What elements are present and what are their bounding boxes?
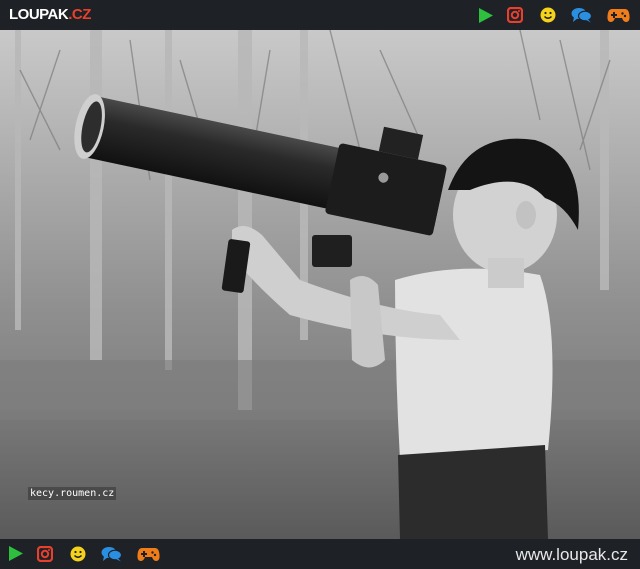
chat-icon[interactable] [571,7,592,23]
play-icon[interactable] [9,546,23,561]
smiley-icon[interactable] [540,7,556,23]
photo-watermark: kecy.roumen.cz [28,487,117,500]
instagram-icon[interactable] [37,546,53,562]
main-photo: kecy.roumen.cz [0,30,640,539]
site-url-link[interactable]: www.loupak.cz [516,545,628,565]
logo-tld-text: .CZ [68,6,91,23]
smiley-icon[interactable] [70,546,86,562]
logo-main-text: LOUPAK [9,6,69,23]
gamepad-icon[interactable] [607,7,630,23]
top-bar: LOUPAK.CZ [0,0,640,30]
instagram-icon[interactable] [507,7,523,23]
play-icon[interactable] [479,8,493,23]
chat-icon[interactable] [101,546,122,562]
site-logo[interactable]: LOUPAK.CZ [9,6,91,24]
gamepad-icon[interactable] [137,546,160,562]
